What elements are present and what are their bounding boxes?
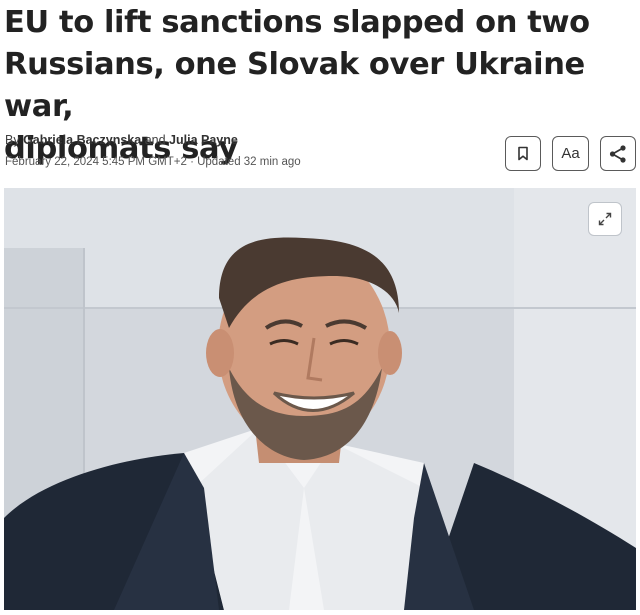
expand-image-button[interactable]: [588, 202, 622, 236]
author-link-2[interactable]: Julia Payne: [169, 133, 238, 147]
share-button[interactable]: [600, 136, 636, 171]
byline: By Gabriela Baczynska and Julia Payne: [5, 133, 238, 147]
share-icon: [609, 144, 626, 163]
date-separator: ·: [190, 156, 194, 168]
headline-line: Russians, one Slovak over Ukraine war,: [4, 47, 585, 124]
portrait-illustration: [4, 188, 636, 610]
byline-and: and: [144, 133, 166, 147]
headline-line: EU to lift sanctions slapped on two: [4, 5, 590, 40]
text-size-button[interactable]: Aa: [552, 136, 589, 171]
article-photo[interactable]: [4, 188, 636, 610]
updated-time: Updated 32 min ago: [197, 156, 301, 168]
expand-icon: [598, 212, 612, 226]
author-link-1[interactable]: Gabriela Baczynska: [23, 133, 141, 147]
publish-date: February 22, 2024 5:45 PM GMT+2: [5, 156, 187, 168]
dateline: February 22, 2024 5:45 PM GMT+2 · Update…: [5, 156, 301, 168]
bookmark-icon: [518, 146, 528, 161]
article-actions: Aa: [505, 136, 636, 171]
text-size-label: Aa: [561, 145, 580, 162]
bookmark-button[interactable]: [505, 136, 541, 171]
byline-prefix: By: [5, 133, 20, 147]
